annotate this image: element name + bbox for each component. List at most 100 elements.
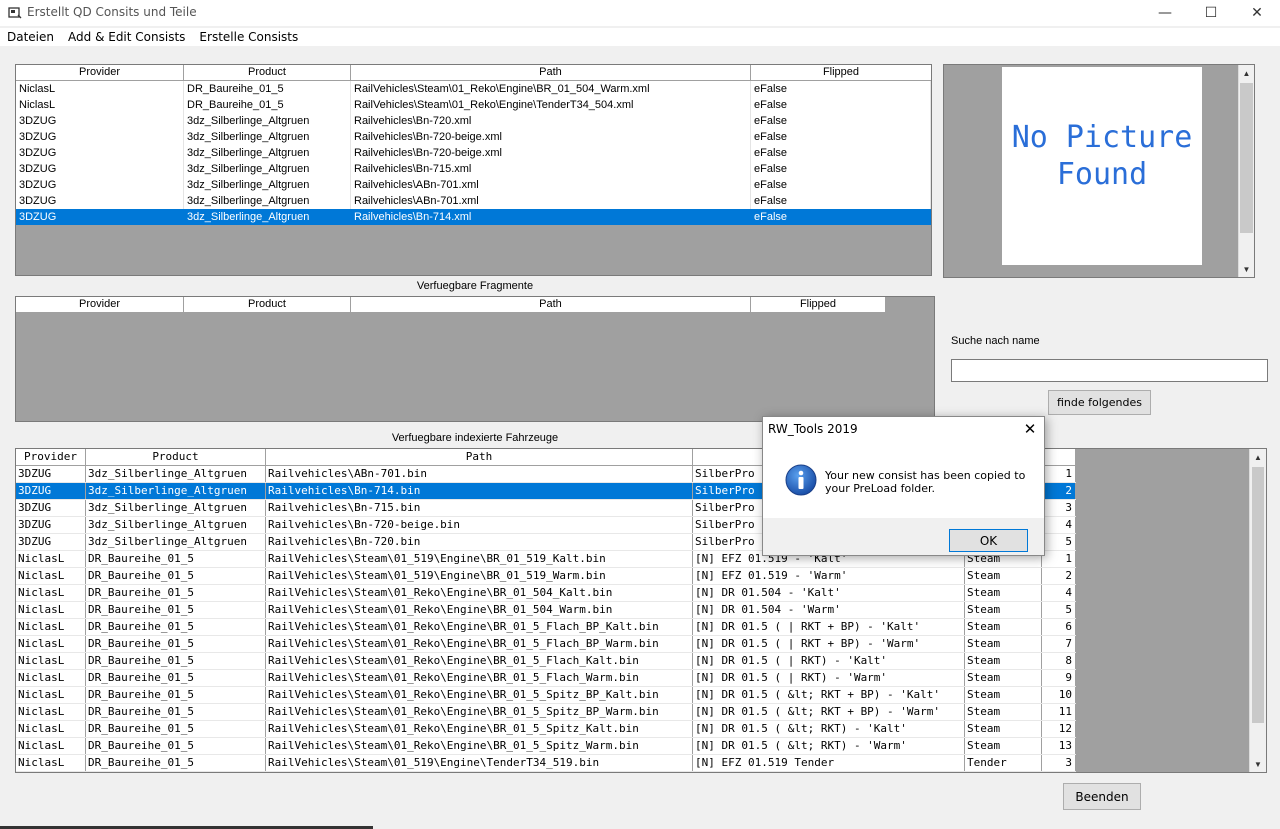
dialog-close-button[interactable]: ✕ [1017,419,1043,439]
consist-row[interactable]: NiclasL DR_Baureihe_01_5 RailVehicles\Stea… [16,97,931,113]
consist-table-header: Provider Product Path Flipped [16,65,931,81]
provider-cell: NiclasL [16,568,86,584]
index-cell: 5 [1042,534,1076,550]
column-header-path[interactable]: Path [351,65,751,80]
exit-button[interactable]: Beenden [1063,783,1141,810]
column-header-index[interactable] [1042,449,1076,465]
index-cell: 7 [1042,636,1076,652]
provider-cell: NiclasL [16,687,86,703]
path-cell: Railvehicles\Bn-715.bin [266,500,693,516]
vehicles-table[interactable]: Provider Product Path 3DZUG 3dz_Silberlin… [15,448,1267,773]
fragments-caption: Verfuegbare Fragmente [416,280,534,292]
product-cell: 3dz_Silberlinge_Altgruen [86,517,266,533]
consist-row[interactable]: 3DZUG 3dz_Silberlinge_Altgruen Railvehicle… [16,193,931,209]
path-cell: RailVehicles\Steam\01_519\Engine\TenderT… [266,755,693,771]
consist-row[interactable]: 3DZUG 3dz_Silberlinge_Altgruen Railvehicle… [16,129,931,145]
path-cell: RailVehicles\Steam\01_Reko\Engine\BR_01_… [266,738,693,754]
product-cell: 3dz_Silberlinge_Altgruen [86,534,266,550]
vehicle-row[interactable]: NiclasL DR_Baureihe_01_5 RailVehicles\Stea… [16,602,1076,619]
find-next-button[interactable]: finde folgendes [1048,390,1151,415]
search-input[interactable] [951,359,1268,382]
column-header-provider[interactable]: Provider [16,65,184,80]
name-cell: [N] DR 01.5 ( &lt; RKT) - 'Kalt' [693,721,965,737]
dialog-title: RW_Tools 2019 [768,422,858,436]
vehicle-row[interactable]: NiclasL DR_Baureihe_01_5 RailVehicles\Stea… [16,687,1076,704]
column-header-flipped[interactable]: Flipped [751,297,886,312]
vehicle-row[interactable]: NiclasL DR_Baureihe_01_5 RailVehicles\Stea… [16,636,1076,653]
index-cell: 9 [1042,670,1076,686]
vehicle-row[interactable]: NiclasL DR_Baureihe_01_5 RailVehicles\Stea… [16,738,1076,755]
maximize-button[interactable]: ☐ [1188,0,1234,26]
vehicle-row[interactable]: NiclasL DR_Baureihe_01_5 RailVehicles\Stea… [16,721,1076,738]
ok-button[interactable]: OK [949,529,1028,552]
vehicles-scrollbar[interactable]: ▲ ▼ [1249,449,1266,772]
vehicle-row[interactable]: NiclasL DR_Baureihe_01_5 RailVehicles\Stea… [16,653,1076,670]
column-header-path[interactable]: Path [266,449,693,465]
path-cell: Railvehicles\Bn-715.xml [351,161,751,177]
name-cell: [N] DR 01.504 - 'Warm' [693,602,965,618]
index-cell: 1 [1042,466,1076,482]
name-cell: [N] DR 01.5 ( &lt; RKT + BP) - 'Warm' [693,704,965,720]
path-cell: RailVehicles\Steam\01_Reko\Engine\BR_01_… [266,653,693,669]
product-cell: DR_Baureihe_01_5 [184,97,351,113]
scroll-down-arrow-icon[interactable]: ▼ [1250,756,1266,772]
name-cell: [N] DR 01.5 ( | RKT + BP) - 'Kalt' [693,619,965,635]
product-cell: DR_Baureihe_01_5 [86,636,266,652]
fragments-table[interactable]: Provider Product Path Flipped [15,296,935,422]
scroll-up-arrow-icon[interactable]: ▲ [1250,449,1266,465]
index-cell: 3 [1042,500,1076,516]
provider-cell: 3DZUG [16,517,86,533]
consist-row[interactable]: 3DZUG 3dz_Silberlinge_Altgruen Railvehicle… [16,145,931,161]
path-cell: Railvehicles\Bn-714.xml [351,209,751,225]
vehicle-row[interactable]: NiclasL DR_Baureihe_01_5 RailVehicles\Stea… [16,585,1076,602]
window-title: Erstellt QD Consits und Teile [27,5,197,19]
menu-erstelle-consists[interactable]: Erstelle Consists [192,28,305,46]
column-header-product[interactable]: Product [184,297,351,312]
minimize-button[interactable]: — [1142,0,1188,26]
path-cell: Railvehicles\Bn-720-beige.bin [266,517,693,533]
vehicle-row[interactable]: NiclasL DR_Baureihe_01_5 RailVehicles\Stea… [16,704,1076,721]
column-header-product[interactable]: Product [184,65,351,80]
scroll-thumb[interactable] [1240,83,1253,233]
path-cell: RailVehicles\Steam\01_Reko\Engine\Tender… [351,97,751,113]
vehicle-row[interactable]: NiclasL DR_Baureihe_01_5 RailVehicles\Stea… [16,670,1076,687]
consist-row[interactable]: 3DZUG 3dz_Silberlinge_Altgruen Railvehicle… [16,209,931,225]
type-cell: Steam [965,704,1042,720]
menu-dateien[interactable]: Dateien [0,28,61,46]
path-cell: RailVehicles\Steam\01_Reko\Engine\BR_01_… [266,721,693,737]
index-cell: 13 [1042,738,1076,754]
product-cell: DR_Baureihe_01_5 [86,721,266,737]
column-header-path[interactable]: Path [351,297,751,312]
vehicle-row[interactable]: NiclasL DR_Baureihe_01_5 RailVehicles\Stea… [16,619,1076,636]
type-cell: Steam [965,602,1042,618]
no-picture-text: No Picture [1011,120,1193,155]
column-header-provider[interactable]: Provider [16,449,86,465]
consist-row[interactable]: 3DZUG 3dz_Silberlinge_Altgruen Railvehicle… [16,161,931,177]
column-header-product[interactable]: Product [86,449,266,465]
product-cell: DR_Baureihe_01_5 [86,687,266,703]
consist-row[interactable]: 3DZUG 3dz_Silberlinge_Altgruen Railvehicle… [16,113,931,129]
consist-row[interactable]: 3DZUG 3dz_Silberlinge_Altgruen Railvehicle… [16,177,931,193]
flipped-cell: eFalse [751,145,931,161]
scroll-thumb[interactable] [1252,467,1264,723]
close-window-button[interactable]: ✕ [1234,0,1280,26]
product-cell: DR_Baureihe_01_5 [86,738,266,754]
consist-table[interactable]: Provider Product Path Flipped NiclasL DR_… [15,64,932,276]
path-cell: Railvehicles\Bn-720.xml [351,113,751,129]
index-cell: 2 [1042,568,1076,584]
name-cell: [N] DR 01.5 ( | RKT) - 'Warm' [693,670,965,686]
vehicle-row[interactable]: NiclasL DR_Baureihe_01_5 RailVehicles\Stea… [16,568,1076,585]
vehicle-row[interactable]: NiclasL DR_Baureihe_01_5 RailVehicles\Stea… [16,755,1076,772]
consist-row[interactable]: NiclasL DR_Baureihe_01_5 RailVehicles\Stea… [16,81,931,97]
provider-cell: 3DZUG [16,177,184,193]
scroll-up-arrow-icon[interactable]: ▲ [1239,65,1254,81]
preview-scrollbar[interactable]: ▲ ▼ [1238,65,1254,277]
index-cell: 12 [1042,721,1076,737]
menu-add-edit-consists[interactable]: Add & Edit Consists [61,28,192,46]
name-cell: [N] DR 01.5 ( &lt; RKT) - 'Warm' [693,738,965,754]
product-cell: 3dz_Silberlinge_Altgruen [184,145,351,161]
column-header-provider[interactable]: Provider [16,297,184,312]
column-header-flipped[interactable]: Flipped [751,65,931,80]
name-cell: [N] DR 01.5 ( | RKT) - 'Kalt' [693,653,965,669]
scroll-down-arrow-icon[interactable]: ▼ [1239,261,1254,277]
